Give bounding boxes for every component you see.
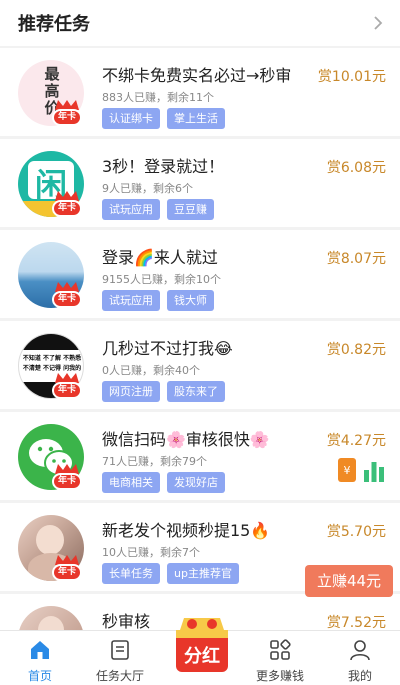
task-stats: 883人已赚，剩余11个 [102, 91, 214, 104]
task-tag: 试玩应用 [102, 199, 160, 220]
task-tags: 网页注册 股东来了 [102, 381, 225, 402]
annual-card-badge: 年卡 [52, 555, 82, 583]
svg-text:¥: ¥ [344, 464, 351, 477]
nav-label: 任务大厅 [95, 669, 144, 683]
avatar-text: 不知道 不了解 不熟悉 不清楚 不记得 问我的 [22, 355, 82, 372]
annual-card-badge: 年卡 [52, 464, 82, 492]
task-tag: 认证绑卡 [102, 108, 160, 129]
annual-card-badge: 年卡 [52, 282, 82, 310]
task-reward: 赏7.52元 [326, 615, 386, 631]
quick-earn-button[interactable]: 立赚44元 [305, 565, 393, 597]
task-tag: 发现好店 [167, 472, 225, 493]
task-tags: 试玩应用 钱大师 [102, 290, 214, 311]
annual-card-badge: 年卡 [52, 191, 82, 219]
task-tags: 试玩应用 豆豆赚 [102, 199, 214, 220]
task-tag: 试玩应用 [102, 290, 160, 311]
task-item[interactable]: 不知道 不了解 不熟悉 不清楚 不记得 问我的 年卡 几秒过不过打我😂 0人已赚… [0, 321, 400, 409]
task-hall-icon [111, 640, 129, 660]
task-stats: 10人已赚，剩余7个 [102, 546, 200, 559]
task-tag: 电商相关 [102, 472, 160, 493]
nav-more-earn[interactable]: 更多赚钱 [240, 631, 320, 685]
header: 推荐任务 [0, 0, 400, 46]
task-reward: 赏10.01元 [317, 69, 386, 85]
task-tag: 网页注册 [102, 381, 160, 402]
task-stats: 9155人已赚，剩余10个 [102, 273, 221, 286]
task-title: 几秒过不过打我😂 [102, 339, 233, 358]
task-tag: 股东来了 [167, 381, 225, 402]
annual-card-badge: 年卡 [52, 100, 82, 128]
task-tags: 电商相关 发现好店 [102, 472, 225, 493]
task-reward: 赏5.70元 [326, 524, 386, 540]
task-tags: 长单任务 up主推荐官 [102, 563, 239, 584]
wallet-icon[interactable]: ¥ [337, 457, 357, 483]
page-title: 推荐任务 [18, 14, 90, 35]
task-stats: 71人已赚，剩余79个 [102, 455, 207, 468]
task-item[interactable]: 闲 年卡 3秒！登录就过！ 9人已赚，剩余6个 试玩应用 豆豆赚 赏6.08元 [0, 139, 400, 227]
task-stats: 0人已赚，剩余40个 [102, 364, 200, 377]
task-tag: 钱大师 [167, 290, 214, 311]
nav-task-hall[interactable]: 任务大厅 [80, 631, 160, 685]
task-stats: 9人已赚，剩余6个 [102, 182, 193, 195]
task-title: 不绑卡免费实名必过→秒审 [102, 66, 292, 85]
task-tag: 掌上生活 [167, 108, 225, 129]
task-title: 3秒！登录就过！ [102, 157, 225, 176]
task-reward: 赏4.27元 [326, 433, 386, 449]
task-title: 微信扫码🌸审核很快🌸 [102, 430, 270, 449]
task-reward: 赏8.07元 [326, 251, 386, 267]
task-tag: up主推荐官 [167, 563, 239, 584]
task-title: 登录🌈来人就过 [102, 248, 218, 267]
nav-label: 首页 [27, 669, 52, 683]
nav-label: 我的 [347, 669, 372, 683]
annual-card-badge: 年卡 [52, 373, 82, 401]
grid-icon [270, 639, 291, 660]
task-reward: 赏0.82元 [326, 342, 386, 358]
dividend-button[interactable]: 分红 [170, 612, 234, 674]
user-icon [350, 640, 370, 661]
task-tag: 长单任务 [102, 563, 160, 584]
task-tags: 认证绑卡 掌上生活 [102, 108, 225, 129]
chevron-right-icon[interactable] [370, 15, 386, 31]
bar-chart-icon[interactable] [362, 458, 386, 482]
task-item[interactable]: 最 高 价 年卡 不绑卡免费实名必过→秒审 883人已赚，剩余11个 认证绑卡 … [0, 48, 400, 136]
task-item[interactable]: 年卡 微信扫码🌸审核很快🌸 71人已赚，剩余79个 电商相关 发现好店 赏4.2… [0, 412, 400, 500]
home-icon [31, 641, 49, 659]
task-title: 新老发个视频秒提15🔥 [102, 521, 271, 540]
nav-mine[interactable]: 我的 [320, 631, 400, 685]
nav-home[interactable]: 首页 [0, 631, 80, 685]
task-title: 秒审核 [102, 612, 151, 631]
nav-label: 更多赚钱 [255, 669, 304, 683]
task-reward: 赏6.08元 [326, 160, 386, 176]
task-tag: 豆豆赚 [167, 199, 214, 220]
task-item[interactable]: 年卡 登录🌈来人就过 9155人已赚，剩余10个 试玩应用 钱大师 赏8.07元 [0, 230, 400, 318]
dividend-label: 分红 [184, 646, 220, 667]
